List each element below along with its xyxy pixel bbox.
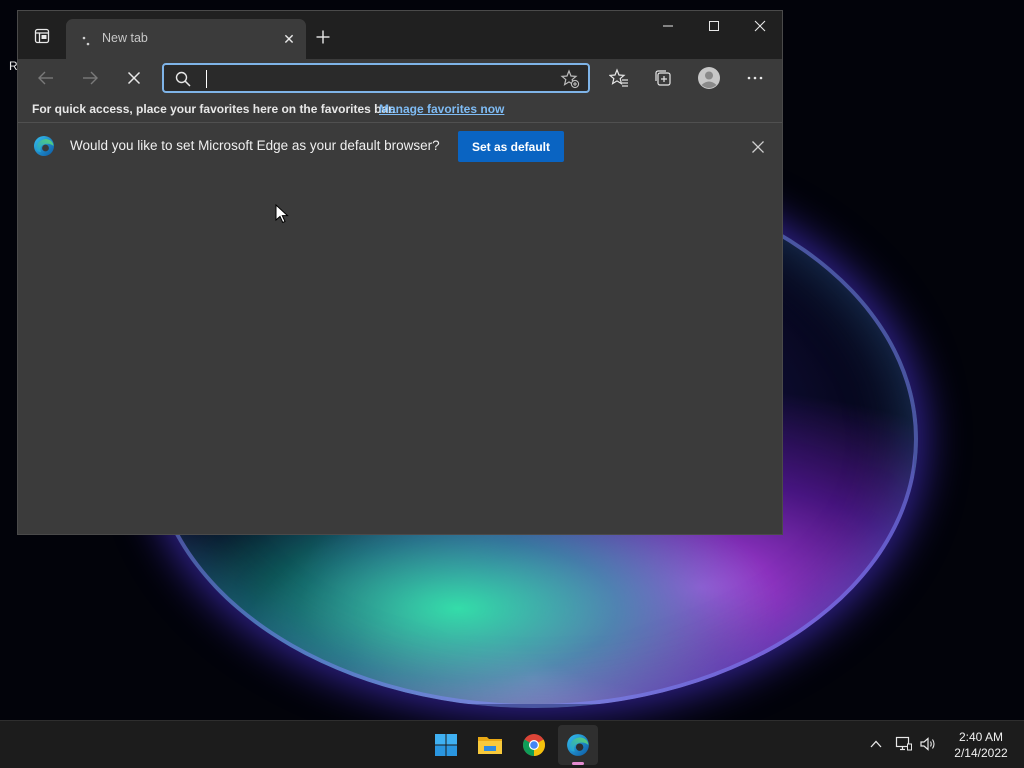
show-hidden-icons-button[interactable] bbox=[865, 733, 887, 755]
maximize-icon bbox=[709, 21, 719, 31]
minimize-button[interactable] bbox=[645, 11, 691, 41]
network-button[interactable] bbox=[893, 733, 915, 755]
taskbar: 2:40 AM 2/14/2022 bbox=[0, 720, 1024, 768]
folder-icon bbox=[478, 737, 502, 754]
arrow-right-icon bbox=[83, 71, 98, 85]
plus-icon bbox=[316, 30, 330, 44]
banner-close-button[interactable] bbox=[748, 137, 768, 157]
stop-loading-button[interactable] bbox=[118, 64, 150, 92]
set-as-default-button[interactable]: Set as default bbox=[458, 131, 564, 162]
new-tab-button[interactable] bbox=[310, 25, 336, 49]
active-app-indicator bbox=[572, 762, 584, 765]
edge-taskbar-button[interactable] bbox=[558, 725, 598, 765]
close-icon bbox=[752, 141, 764, 153]
speaker-icon bbox=[920, 737, 935, 751]
edge-logo-icon bbox=[34, 136, 54, 156]
tab-actions-button[interactable] bbox=[28, 25, 56, 47]
default-browser-banner: Would you like to set Microsoft Edge as … bbox=[18, 123, 782, 171]
chevron-up-icon bbox=[870, 740, 882, 748]
start-button[interactable] bbox=[426, 725, 466, 765]
forward-button[interactable] bbox=[74, 64, 106, 92]
clock-time: 2:40 AM bbox=[958, 730, 1004, 744]
more-icon bbox=[747, 76, 763, 80]
clock-date: 2/14/2022 bbox=[954, 746, 1008, 760]
chrome-button[interactable] bbox=[514, 725, 554, 765]
file-explorer-button[interactable] bbox=[470, 725, 510, 765]
title-bar: New tab ✕ bbox=[18, 11, 782, 59]
volume-button[interactable] bbox=[917, 733, 939, 755]
network-icon bbox=[895, 736, 912, 751]
tab-actions-icon bbox=[34, 28, 50, 44]
favorites-button[interactable] bbox=[603, 64, 635, 92]
page-content-area[interactable] bbox=[18, 171, 782, 534]
collections-icon bbox=[655, 70, 671, 86]
tab-close-button[interactable]: ✕ bbox=[278, 28, 300, 50]
text-caret bbox=[206, 70, 207, 88]
search-icon bbox=[175, 71, 191, 87]
mouse-cursor-icon bbox=[275, 204, 289, 224]
profile-button[interactable] bbox=[693, 64, 725, 92]
windows-logo-icon bbox=[435, 734, 457, 756]
address-input[interactable] bbox=[204, 67, 548, 91]
favorites-bar: For quick access, place your favorites h… bbox=[18, 97, 782, 123]
profile-icon bbox=[698, 67, 720, 89]
tab-new-tab[interactable]: New tab ✕ bbox=[66, 19, 306, 59]
minimize-icon bbox=[663, 25, 673, 27]
address-bar[interactable] bbox=[162, 63, 590, 93]
navigation-toolbar bbox=[18, 59, 782, 97]
star-plus-icon[interactable] bbox=[560, 69, 580, 89]
manage-favorites-link[interactable]: Manage favorites now bbox=[379, 102, 504, 116]
default-browser-prompt: Would you like to set Microsoft Edge as … bbox=[70, 138, 440, 153]
maximize-button[interactable] bbox=[691, 11, 737, 41]
close-icon bbox=[754, 20, 766, 32]
loading-icon bbox=[82, 36, 90, 46]
edge-icon bbox=[567, 734, 589, 756]
window-close-button[interactable] bbox=[737, 11, 783, 41]
tab-title: New tab bbox=[102, 31, 148, 45]
back-button[interactable] bbox=[30, 64, 62, 92]
arrow-left-icon bbox=[38, 71, 53, 85]
favorites-bar-hint: For quick access, place your favorites h… bbox=[32, 102, 396, 116]
chrome-icon bbox=[523, 734, 545, 756]
edge-browser-window: New tab ✕ For quick access, place your f… bbox=[17, 10, 783, 535]
favorites-icon bbox=[609, 68, 628, 87]
system-clock[interactable]: 2:40 AM 2/14/2022 bbox=[944, 729, 1018, 761]
collections-button[interactable] bbox=[647, 64, 679, 92]
settings-and-more-button[interactable] bbox=[739, 64, 771, 92]
close-icon: ✕ bbox=[283, 30, 295, 47]
close-icon bbox=[127, 71, 141, 85]
